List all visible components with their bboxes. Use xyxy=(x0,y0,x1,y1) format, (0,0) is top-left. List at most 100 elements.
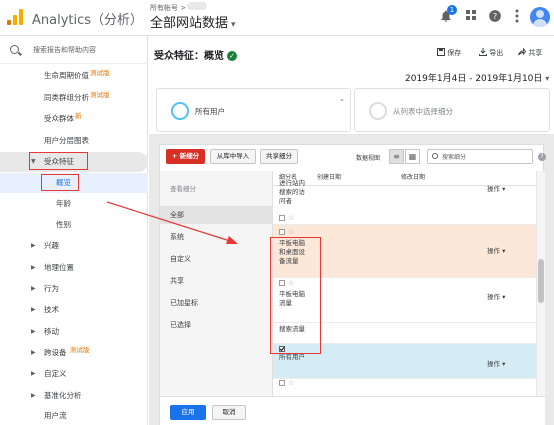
sidebar-item-label: 地理位置 xyxy=(44,263,74,272)
segment-card-all-users[interactable]: 所有用户 ⌄ xyxy=(156,88,351,132)
segment-checkbox[interactable] xyxy=(279,229,285,235)
category-system[interactable]: 系统 xyxy=(160,228,272,246)
segment-label: 从列表中选择细分 xyxy=(393,107,453,116)
caret-right-icon: ▶ xyxy=(31,242,36,249)
sidebar-item-custom[interactable]: ▶ 自定义 xyxy=(0,364,148,384)
apply-button[interactable]: 应用 xyxy=(170,405,206,420)
list-view-icon[interactable]: ≡ xyxy=(389,149,404,164)
sidebar-item-audiences[interactable]: 受众群体新 xyxy=(0,109,148,129)
analytics-logo-icon[interactable] xyxy=(7,9,23,25)
segment-ring-icon xyxy=(369,102,387,120)
segment-ring-icon xyxy=(171,102,189,120)
sidebar-item-lifetime-value[interactable]: 生命周期价值测试版 xyxy=(0,66,148,86)
svg-text:?: ? xyxy=(493,11,497,21)
save-icon xyxy=(437,48,445,56)
caret-right-icon: ▶ xyxy=(31,328,36,335)
save-button[interactable]: 保存 xyxy=(437,48,461,58)
row-actions-menu[interactable]: 操作 ▾ xyxy=(487,358,505,368)
row-actions-menu[interactable]: 操作 ▾ xyxy=(487,245,505,255)
table-row[interactable]: 进行站内搜索的访问者 ☆ 操作 ▾ xyxy=(273,177,545,225)
sidebar-item-behavior[interactable]: ▶ 行为 xyxy=(0,279,148,299)
sidebar-item-benchmarking[interactable]: ▶ 基准化分析 xyxy=(0,386,148,406)
data-view-label: 数据视图 xyxy=(356,155,381,162)
segment-name: 进行站内搜索的访问者 xyxy=(279,179,305,205)
page-title: 受众特征：概览 ✓ xyxy=(154,47,237,62)
export-icon xyxy=(479,48,487,56)
category-shared[interactable]: 共享 xyxy=(160,272,272,290)
star-icon[interactable]: ☆ xyxy=(288,215,294,222)
category-starred[interactable]: 已加星标 xyxy=(160,294,272,312)
annotation-box-segments xyxy=(270,237,321,354)
segment-checkbox[interactable] xyxy=(279,215,285,221)
sidebar-item-label: 性别 xyxy=(56,220,71,229)
picker-footer: 应用 取消 xyxy=(160,396,545,425)
category-all[interactable]: 全部 xyxy=(160,206,272,224)
scrollbar-thumb[interactable] xyxy=(538,259,544,303)
table-row[interactable]: ☆ xyxy=(273,379,545,396)
segment-card-add[interactable]: 从列表中选择细分 xyxy=(354,88,550,132)
sidebar-item-label: 移动 xyxy=(44,327,59,336)
sidebar-item-user-explorer[interactable]: 用户分层图表 xyxy=(0,131,148,151)
page-title-text: 受众特征：概览 xyxy=(154,51,224,62)
help-icon[interactable]: ? xyxy=(538,153,546,161)
category-custom[interactable]: 自定义 xyxy=(160,250,272,268)
segment-checkbox[interactable] xyxy=(279,380,285,386)
save-label: 保存 xyxy=(447,49,462,57)
category-header: 查看细分 xyxy=(170,185,196,193)
beta-badge: 测试版 xyxy=(90,91,110,99)
chevron-down-icon: ▾ xyxy=(545,74,550,83)
sidebar-item-cohort-analysis[interactable]: 同类群组分析测试版 xyxy=(0,88,148,108)
sidebar-item-interests[interactable]: ▶ 兴趣 xyxy=(0,236,148,256)
apps-icon[interactable] xyxy=(462,9,480,27)
app-title: Analytics（分析） xyxy=(32,13,144,28)
export-label: 导出 xyxy=(489,49,504,57)
sidebar-item-age[interactable]: 年龄 xyxy=(0,194,148,214)
row-actions-menu[interactable]: 操作 ▾ xyxy=(487,183,505,193)
beta-badge: 测试版 xyxy=(90,69,110,77)
share-icon xyxy=(518,47,527,56)
star-icon[interactable]: ☆ xyxy=(288,229,294,236)
chevron-down-icon[interactable]: ⌄ xyxy=(339,95,345,103)
annotation-box-demographics xyxy=(29,152,88,170)
caret-right-icon: ▶ xyxy=(31,306,36,313)
help-icon[interactable]: ? xyxy=(486,9,504,27)
segment-category-list: 查看细分 全部 系统 自定义 共享 已加星标 已选择 xyxy=(160,171,272,396)
sidebar-item-label: 行为 xyxy=(44,284,59,293)
sidebar-item-label: 技术 xyxy=(44,305,59,314)
sidebar-item-mobile[interactable]: ▶ 移动 xyxy=(0,322,148,342)
annotation-box-overview xyxy=(41,174,79,191)
sidebar-item-technology[interactable]: ▶ 技术 xyxy=(0,300,148,320)
export-button[interactable]: 导出 xyxy=(479,48,503,58)
share-button[interactable]: 共享 xyxy=(518,47,542,58)
sidebar-item-users-flow[interactable]: 用户流 xyxy=(0,406,148,425)
sidebar-item-geo[interactable]: ▶ 地理位置 xyxy=(0,258,148,278)
caret-right-icon: ▶ xyxy=(31,392,36,399)
more-vertical-icon[interactable] xyxy=(508,9,526,27)
sidebar-item-label: 跨设备 xyxy=(44,348,67,357)
import-from-gallery-button[interactable]: 从库中导入 xyxy=(210,149,256,164)
date-range-text: 2019年1月4日 - 2019年1月10日 xyxy=(405,74,543,84)
segment-search-input[interactable]: 搜索细分 xyxy=(427,149,533,164)
account-selector[interactable]: 全部网站数据 ▾ xyxy=(150,12,236,31)
caret-right-icon: ▶ xyxy=(31,285,36,292)
sidebar-search[interactable]: 搜索报告和帮助内容 xyxy=(0,36,148,64)
avatar[interactable] xyxy=(530,7,550,27)
cancel-button[interactable]: 取消 xyxy=(212,405,246,420)
chevron-down-icon: ▾ xyxy=(231,20,236,30)
row-actions-menu[interactable]: 操作 ▾ xyxy=(487,291,505,301)
date-range-selector[interactable]: 2019年1月4日 - 2019年1月10日 ▾ xyxy=(405,71,549,84)
caret-right-icon: ▶ xyxy=(31,349,36,356)
share-segments-button[interactable]: 共享细分 xyxy=(260,149,298,164)
grid-view-icon[interactable]: ▦ xyxy=(405,149,420,164)
search-placeholder: 搜索报告和帮助内容 xyxy=(33,46,96,54)
sidebar-item-label: 用户分层图表 xyxy=(44,136,89,145)
search-icon xyxy=(432,153,438,159)
segment-search-placeholder: 搜索细分 xyxy=(442,154,467,161)
sidebar-item-label: 自定义 xyxy=(44,369,67,378)
sidebar-item-cross-device[interactable]: ▶ 跨设备 测试版 xyxy=(0,343,148,363)
beta-badge: 测试版 xyxy=(69,346,90,354)
category-selected[interactable]: 已选择 xyxy=(160,316,272,334)
sidebar-item-gender[interactable]: 性别 xyxy=(0,215,148,235)
new-segment-button[interactable]: + 新细分 xyxy=(166,149,205,164)
star-icon[interactable]: ☆ xyxy=(288,380,294,387)
